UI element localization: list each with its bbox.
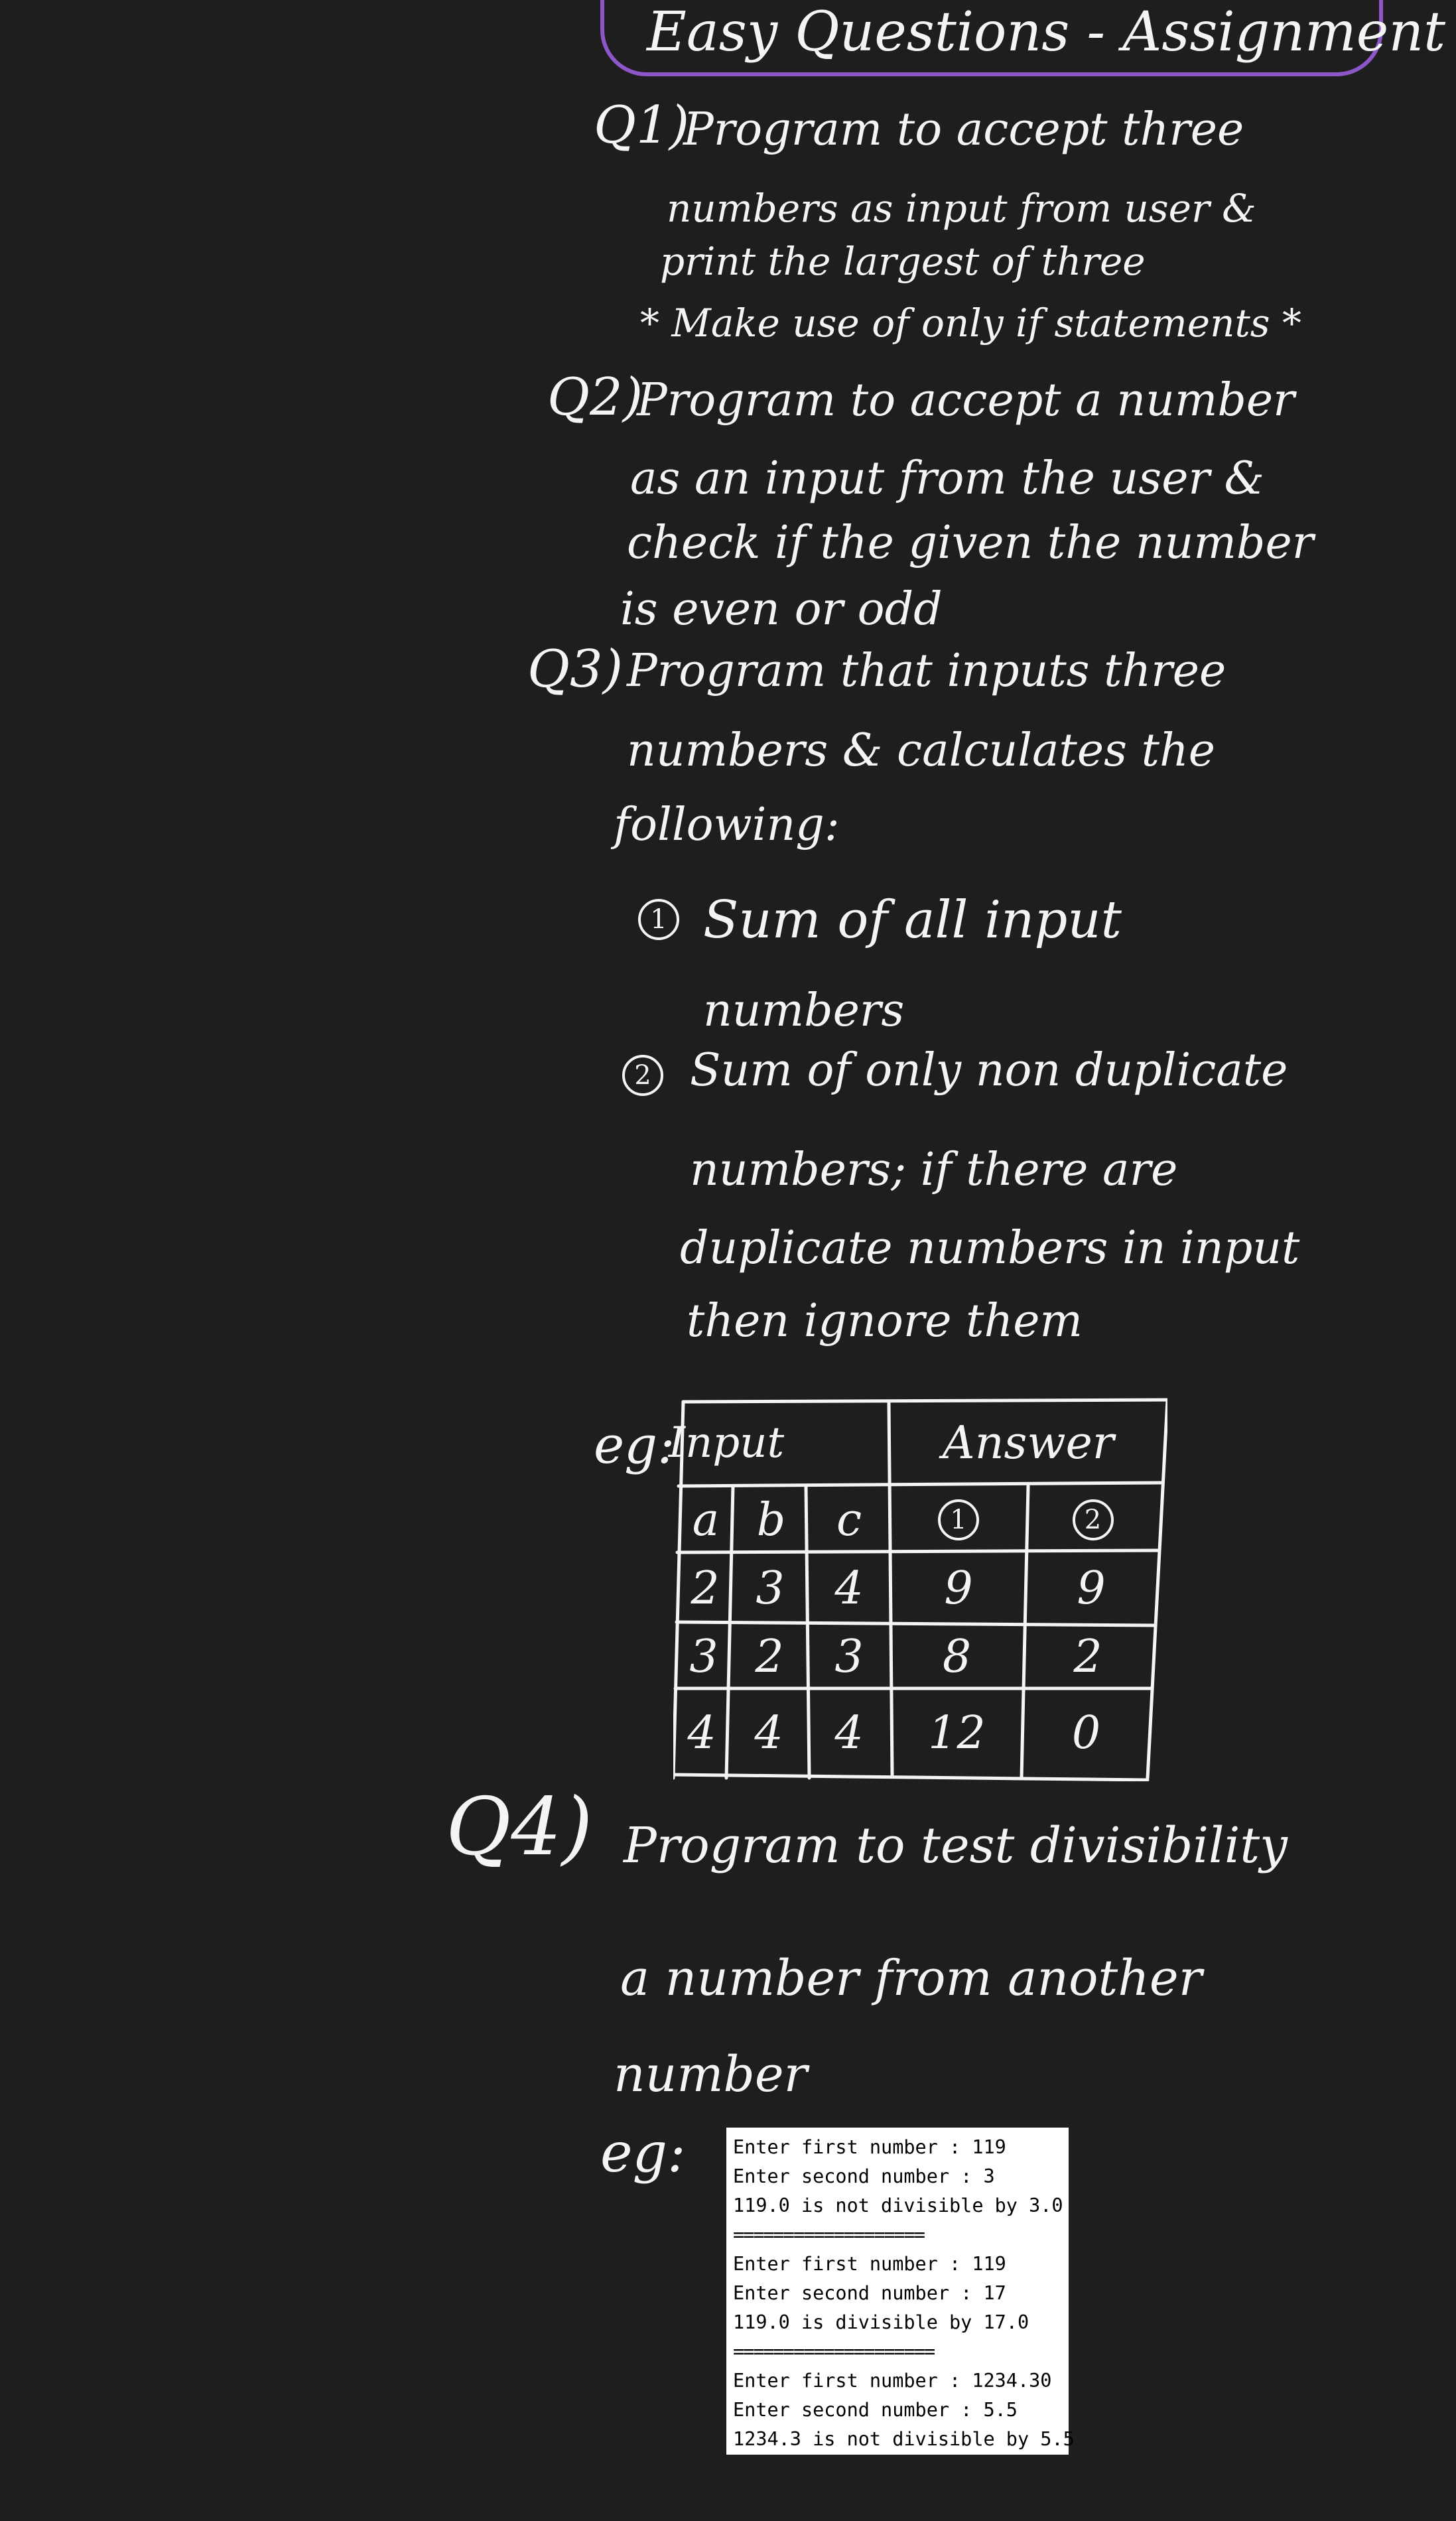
q3-label: Q3) — [527, 640, 624, 699]
q3-item-2-line: duplicate numbers in input — [680, 1222, 1300, 1274]
table-cell: 0 — [1071, 1707, 1101, 1759]
table-cell: 12 — [928, 1707, 986, 1759]
console-line: 119.0 is divisible by 17.0 — [733, 2311, 1029, 2333]
console-line: Enter first number : 119 — [733, 2253, 1006, 2275]
q4-line: a number from another — [620, 1950, 1203, 2007]
q2-line: check if the given the number — [627, 517, 1314, 569]
table-sub-header: 2 — [1028, 1489, 1158, 1550]
q4-line: Program to test divisibility — [624, 1817, 1288, 1874]
table-group-header: Answer — [942, 1416, 1114, 1469]
table-cell: 2 — [755, 1631, 784, 1683]
q1-line: numbers as input from user & — [667, 186, 1256, 231]
q3-line: Program that inputs three — [627, 645, 1226, 697]
console-line: Enter first number : 119 — [733, 2136, 1006, 2158]
table-sub-header: a — [692, 1493, 720, 1546]
q1-line: print the largest of three — [660, 239, 1146, 284]
q2-line: is even or odd — [620, 583, 943, 636]
table-cell: 4 — [834, 1707, 864, 1759]
table-cell: 9 — [944, 1562, 973, 1615]
console-line: Enter second number : 3 — [733, 2165, 995, 2187]
table-cell: 3 — [756, 1562, 785, 1615]
example-table: Input Answer a b c 1 2 2 3 4 9 9 3 2 3 8… — [668, 1397, 1167, 1781]
table-cell: 4 — [687, 1707, 716, 1759]
item-2-marker: 2 — [622, 1055, 663, 1096]
q4-label: Q4) — [446, 1781, 593, 1874]
q3-item-2-line: Sum of only non duplicate — [690, 1044, 1288, 1097]
table-sub-header: b — [756, 1493, 786, 1546]
table-cell: 2 — [691, 1562, 720, 1615]
console-output: Enter first number : 119 Enter second nu… — [726, 2128, 1075, 2455]
table-group-header: Input — [668, 1418, 785, 1467]
q3-line: numbers & calculates the — [627, 724, 1215, 777]
answer-col-2-marker: 2 — [1072, 1499, 1114, 1540]
q2-line: Program to accept a number — [637, 374, 1295, 427]
console-line: Enter second number : 5.5 — [733, 2399, 1018, 2421]
page-title: Easy Questions - Assignment 2 — [647, 1, 1456, 64]
q3-item-1-line: Sum of all input — [703, 890, 1122, 950]
table-sub-header: c — [836, 1493, 862, 1546]
answer-col-1-marker: 1 — [938, 1499, 979, 1540]
q2-label: Q2) — [547, 368, 643, 427]
q3-item-1-line: numbers — [703, 985, 905, 1037]
q2-line: as an input from the user & — [630, 452, 1265, 505]
console-separator: =================== — [733, 2224, 925, 2246]
console-line: Enter first number : 1234.30 — [733, 2370, 1052, 2392]
q1-label: Q1) — [594, 96, 690, 155]
table-cell: 3 — [689, 1631, 718, 1683]
item-1-marker: 1 — [638, 899, 679, 940]
table-cell: 3 — [834, 1631, 864, 1683]
table-cell: 2 — [1073, 1631, 1102, 1683]
q4-line: number — [614, 2046, 808, 2103]
q1-line: Program to accept three — [683, 103, 1244, 156]
q4-example-label: eg: — [600, 2122, 686, 2185]
q3-example-label: eg: — [594, 1416, 675, 1475]
table-cell: 4 — [834, 1562, 864, 1615]
console-line: 119.0 is not divisible by 3.0 — [733, 2195, 1063, 2216]
console-line: 1234.3 is not divisible by 5.5 — [733, 2428, 1075, 2450]
console-line: Enter second number : 17 — [733, 2282, 1006, 2304]
q1-line: * Make use of only if statements * — [640, 301, 1301, 346]
q3-item-2-line: then ignore them — [687, 1295, 1083, 1347]
table-cell: 4 — [754, 1707, 783, 1759]
table-cell: 9 — [1077, 1562, 1106, 1615]
q3-line: following: — [614, 799, 840, 851]
table-sub-header: 1 — [892, 1489, 1025, 1550]
console-separator: ==================== — [733, 2341, 935, 2362]
q3-item-2-line: numbers; if there are — [690, 1144, 1178, 1196]
table-cell: 8 — [942, 1631, 972, 1683]
